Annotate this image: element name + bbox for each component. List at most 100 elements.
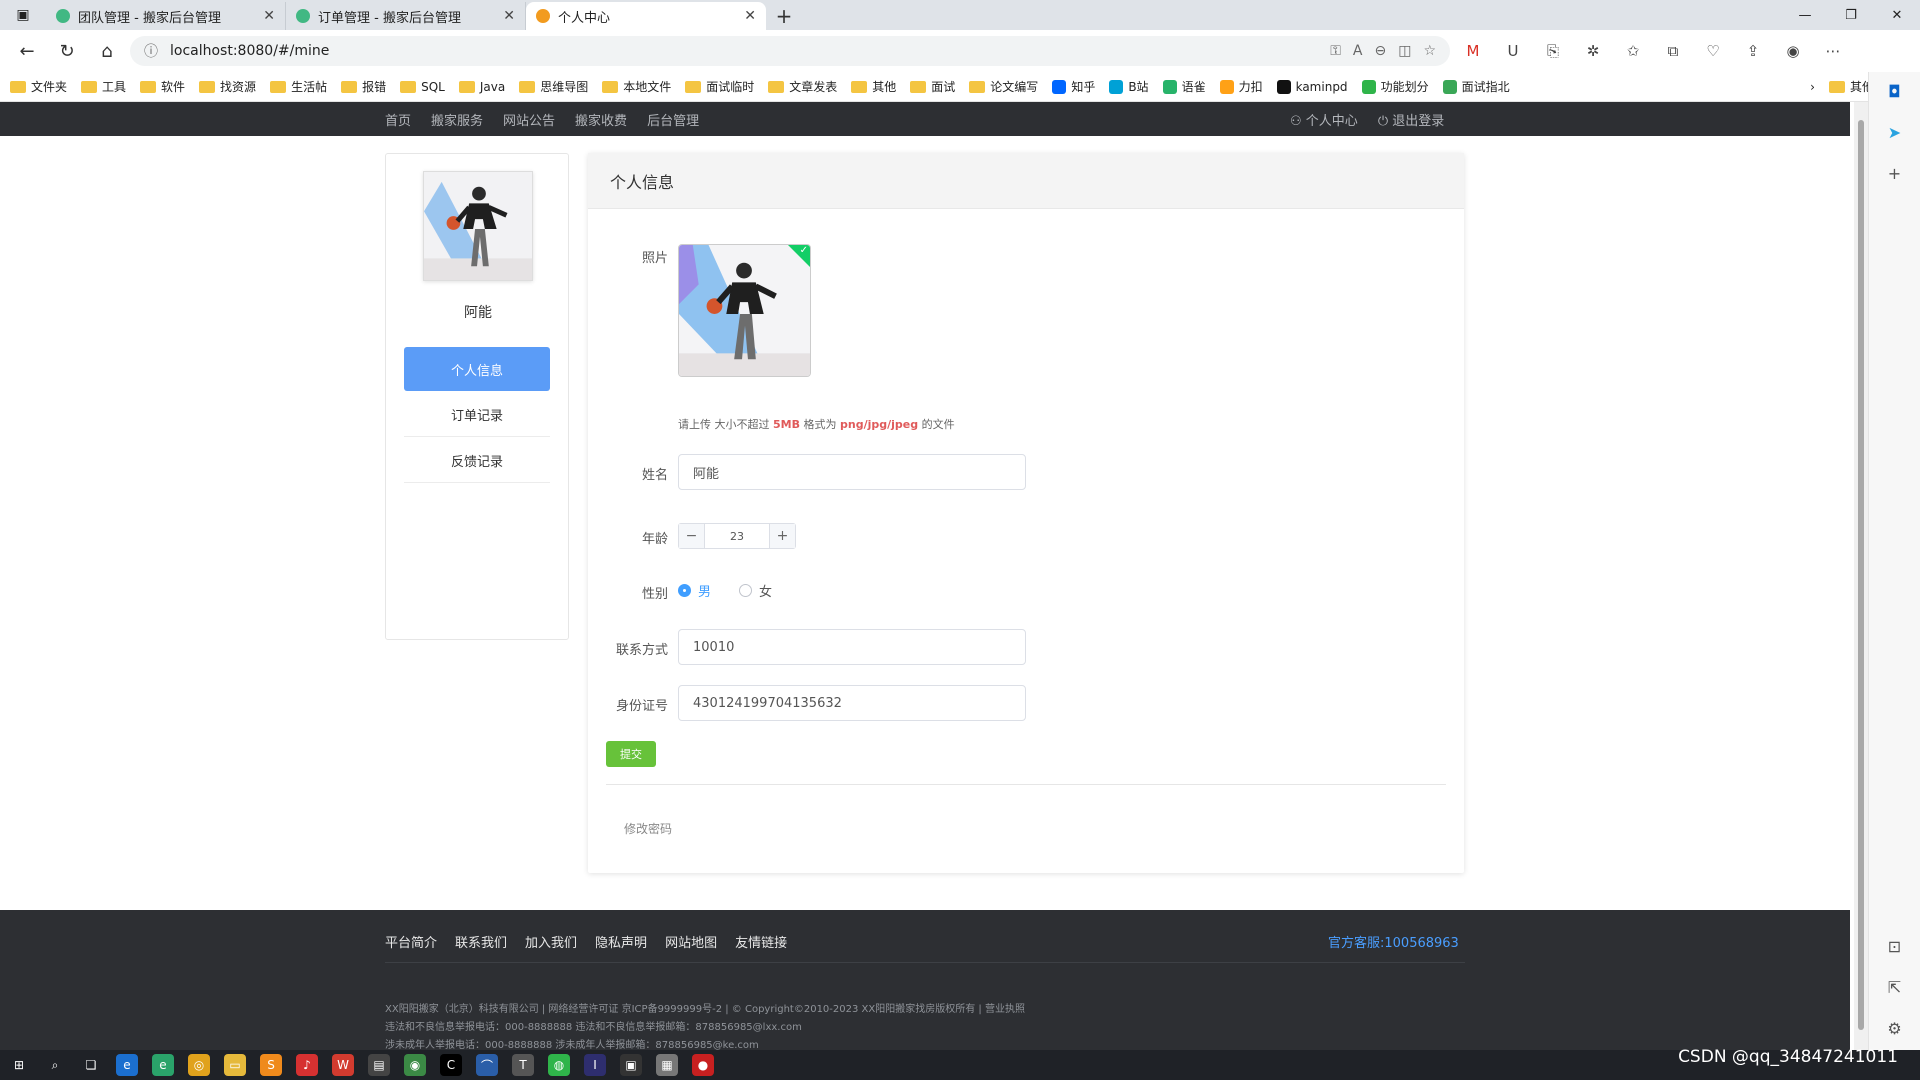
home-icon[interactable]: ⌂ [90, 35, 124, 67]
bookmark-item[interactable]: 软件 [140, 78, 185, 95]
footer-link-join[interactable]: 加入我们 [525, 932, 577, 951]
bookmark-item[interactable]: 面试临时 [685, 78, 754, 95]
typora-app-icon[interactable]: T [512, 1054, 534, 1076]
add-icon[interactable]: + [1888, 164, 1901, 183]
share-icon[interactable]: ⇪ [1736, 35, 1770, 67]
nav-link-admin[interactable]: 后台管理 [647, 110, 699, 129]
bookmark-item[interactable]: 找资源 [199, 78, 256, 95]
ublock-extension-icon[interactable]: U [1496, 35, 1530, 67]
bookmark-item[interactable]: 生活帖 [270, 78, 327, 95]
terminal-app-icon[interactable]: ▤ [368, 1054, 390, 1076]
photo-upload[interactable]: ✓ [678, 244, 811, 377]
footer-link-intro[interactable]: 平台简介 [385, 932, 437, 951]
decrement-button[interactable]: − [679, 524, 705, 548]
close-icon[interactable]: ✕ [263, 8, 275, 24]
file-explorer-app-icon[interactable]: ▭ [224, 1054, 246, 1076]
browser-tab-mine[interactable]: 个人中心 ✕ [526, 2, 766, 30]
radio-dot[interactable] [678, 584, 691, 597]
sublime-app-icon[interactable]: S [260, 1054, 282, 1076]
record-app-icon[interactable]: ● [692, 1054, 714, 1076]
bookmark-item[interactable]: 知乎 [1052, 78, 1095, 95]
arc-app-icon[interactable]: ⌒ [476, 1054, 498, 1076]
cmd-app-icon[interactable]: ▣ [620, 1054, 642, 1076]
puzzle-extensions-icon[interactable]: ✲ [1576, 35, 1610, 67]
url-text[interactable]: localhost:8080/#/mine [170, 43, 1318, 59]
task-view-icon[interactable]: ❏ [80, 1054, 102, 1076]
wechat-app-icon[interactable]: ◍ [548, 1054, 570, 1076]
increment-button[interactable]: + [769, 524, 795, 548]
age-stepper[interactable]: − 23 + [678, 523, 796, 549]
more-menu-icon[interactable]: ⋯ [1816, 35, 1850, 67]
idcard-input[interactable]: 430124199704135632 [678, 685, 1026, 721]
bookmark-item[interactable]: 语雀 [1162, 78, 1206, 95]
extension-icon[interactable]: ⎘ [1536, 35, 1570, 67]
zoom-out-icon[interactable]: ⊖ [1374, 43, 1386, 59]
name-input[interactable]: 阿能 [678, 454, 1026, 490]
bookmark-item[interactable]: 论文编写 [969, 78, 1038, 95]
bookmark-item[interactable]: SQL [400, 80, 445, 94]
gmail-extension-icon[interactable]: M [1456, 35, 1490, 67]
tab-actions-icon[interactable]: ▣ [0, 0, 46, 30]
user-center-link[interactable]: ⚇ 个人中心 [1290, 110, 1358, 129]
jetbrains-app-icon[interactable]: C [440, 1054, 462, 1076]
footer-link-sitemap[interactable]: 网站地图 [665, 932, 717, 951]
url-box[interactable]: ⓘ localhost:8080/#/mine ⚿ A ⊖ ◫ ☆ [130, 36, 1450, 66]
browser-tab-team[interactable]: 团队管理 - 搬家后台管理 ✕ [46, 2, 286, 30]
change-password-link[interactable]: 修改密码 [624, 820, 672, 837]
favorites-icon[interactable]: ✩ [1616, 35, 1650, 67]
close-icon[interactable]: ✕ [744, 8, 756, 24]
menu-item-order-records[interactable]: 订单记录 [404, 393, 550, 437]
minimize-icon[interactable]: — [1782, 0, 1828, 30]
footer-link-friends[interactable]: 友情链接 [735, 932, 787, 951]
menu-item-personal-info[interactable]: 个人信息 [404, 347, 550, 391]
menu-item-feedback-records[interactable]: 反馈记录 [404, 439, 550, 483]
new-tab-icon[interactable]: + [766, 2, 802, 30]
windows-start-icon[interactable]: ⊞ [8, 1054, 30, 1076]
footer-link-privacy[interactable]: 隐私声明 [595, 932, 647, 951]
bookmark-item[interactable]: 思维导图 [519, 78, 588, 95]
bookmark-item[interactable]: 文章发表 [768, 78, 837, 95]
logout-link[interactable]: ⏻ 退出登录 [1378, 110, 1444, 129]
idea-app-icon[interactable]: I [584, 1054, 606, 1076]
radio-dot[interactable] [739, 584, 753, 597]
paint-app-icon[interactable]: ▦ [656, 1054, 678, 1076]
collections-icon[interactable]: ⧉ [1656, 35, 1690, 67]
bookmark-item[interactable]: 文件夹 [10, 78, 67, 95]
edge-dev-app-icon[interactable]: e [152, 1054, 174, 1076]
close-icon[interactable]: ✕ [503, 8, 515, 24]
refresh-icon[interactable]: ↻ [50, 35, 84, 67]
info-icon[interactable]: ⓘ [144, 41, 158, 61]
performance-icon[interactable]: ♡ [1696, 35, 1730, 67]
browser-app-icon[interactable]: ◉ [404, 1054, 426, 1076]
bookmark-item[interactable]: 工具 [81, 78, 126, 95]
bookmark-item[interactable]: 本地文件 [602, 78, 671, 95]
edge-app-icon[interactable]: e [116, 1054, 138, 1076]
key-icon[interactable]: ⚿ [1330, 43, 1341, 59]
read-aloud-icon[interactable]: A [1353, 43, 1363, 59]
back-icon[interactable]: ← [10, 35, 44, 67]
profile-avatar[interactable]: ◉ [1776, 35, 1810, 67]
bookmark-item[interactable]: 面试指北 [1442, 78, 1510, 95]
bookmark-item[interactable]: 其他 [851, 78, 896, 95]
window-close-icon[interactable]: ✕ [1874, 0, 1920, 30]
nav-link-notice[interactable]: 网站公告 [503, 110, 555, 129]
split-screen-icon[interactable]: ◫ [1398, 43, 1411, 59]
age-value[interactable]: 23 [705, 524, 769, 548]
scrollbar-thumb[interactable] [1858, 120, 1864, 1030]
gender-female-radio[interactable]: 女 [739, 581, 772, 600]
contact-input[interactable]: 10010 [678, 629, 1026, 665]
bookmark-item[interactable]: kaminpd [1276, 79, 1348, 94]
favorite-star-icon[interactable]: ☆ [1423, 43, 1436, 59]
bookmark-item[interactable]: 报错 [341, 78, 386, 95]
netease-music-app-icon[interactable]: ♪ [296, 1054, 318, 1076]
outlook-icon[interactable]: ◘ [1888, 82, 1901, 101]
open-external-icon[interactable]: ⇱ [1888, 978, 1901, 997]
settings-gear-icon[interactable]: ⚙ [1887, 1019, 1901, 1038]
gender-male-radio[interactable]: 男 [678, 581, 711, 600]
nav-link-home[interactable]: 首页 [385, 110, 411, 129]
screenshot-icon[interactable]: ⊡ [1888, 937, 1901, 956]
wps-app-icon[interactable]: W [332, 1054, 354, 1076]
chrome-app-icon[interactable]: ◎ [188, 1054, 210, 1076]
restore-icon[interactable]: ❐ [1828, 0, 1874, 30]
browser-tab-orders[interactable]: 订单管理 - 搬家后台管理 ✕ [286, 2, 526, 30]
